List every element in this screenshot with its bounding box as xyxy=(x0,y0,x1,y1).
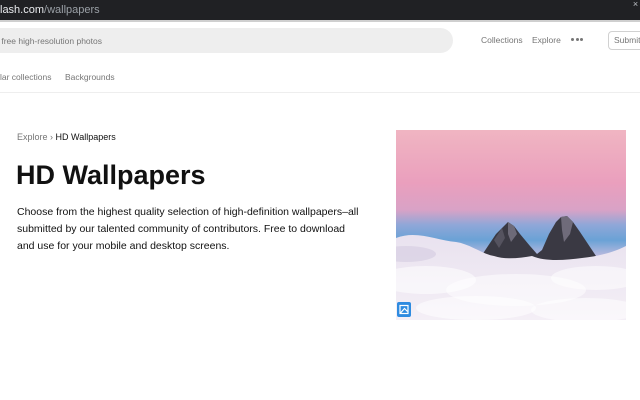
breadcrumb: Explore › HD Wallpapers xyxy=(17,132,116,143)
breadcrumb-separator: › xyxy=(50,132,54,142)
window-close-icon[interactable]: × xyxy=(632,0,639,9)
nav-backgrounds[interactable]: Backgrounds xyxy=(65,72,115,83)
url-host: lash.com xyxy=(0,4,45,16)
page-title: HD Wallpapers xyxy=(16,160,206,190)
breadcrumb-current: HD Wallpapers xyxy=(55,132,116,142)
search-bar[interactable] xyxy=(0,28,453,53)
nav-explore-link[interactable]: Explore xyxy=(532,35,561,46)
nav-collections-link[interactable]: Collections xyxy=(481,35,523,46)
url-path: /wallpapers xyxy=(44,4,100,16)
browser-address-bar[interactable]: lash.com/wallpapers × xyxy=(0,0,640,20)
image-icon xyxy=(396,130,626,320)
hero-image[interactable] xyxy=(396,130,626,320)
nav-popular-collections[interactable]: lar collections xyxy=(0,72,52,83)
search-input[interactable] xyxy=(0,28,453,53)
submit-photo-button[interactable]: Submit xyxy=(608,31,640,50)
more-horizontal-icon[interactable] xyxy=(571,38,583,42)
image-link-icon[interactable] xyxy=(397,302,411,317)
browser-divider xyxy=(0,20,640,22)
page-description: Choose from the highest quality selectio… xyxy=(17,206,359,252)
url-text[interactable]: lash.com/wallpapers xyxy=(0,3,100,17)
header-divider xyxy=(0,92,640,93)
breadcrumb-explore-link[interactable]: Explore xyxy=(17,132,48,142)
